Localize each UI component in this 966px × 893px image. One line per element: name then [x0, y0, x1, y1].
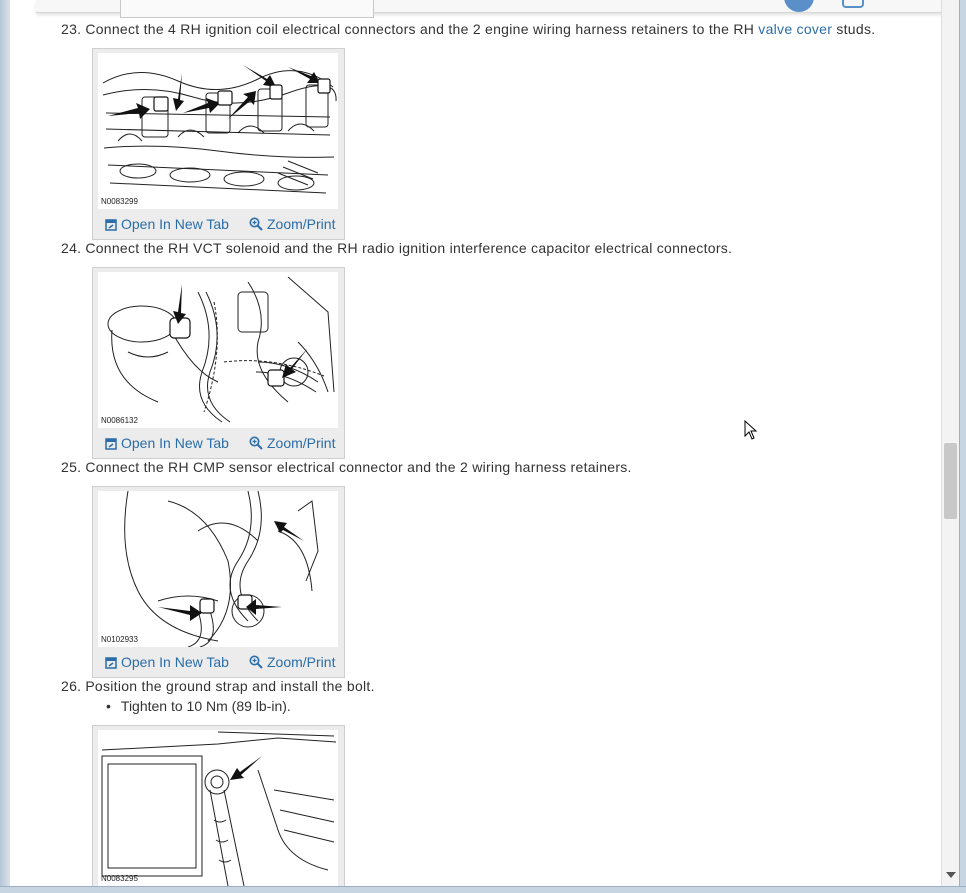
zoom-icon [249, 655, 263, 669]
step-26: 26. Position the ground strap and install… [61, 678, 375, 694]
step-text: Connect the 4 RH ignition coil electrica… [85, 21, 759, 37]
ignition-coil-illustration[interactable] [98, 53, 338, 209]
window-right-frame [959, 0, 966, 892]
figure-code: N0102933 [101, 635, 138, 644]
figure-step-25: N0102933 Open In New Tab Zoom/Print [92, 486, 345, 678]
vertical-scrollbar[interactable] [941, 0, 960, 886]
zoom-print-button[interactable]: Zoom/Print [249, 216, 335, 232]
toolbar-round-button[interactable] [784, 0, 814, 12]
zoom-print-label: Zoom/Print [267, 654, 336, 670]
open-in-new-tab-label: Open In New Tab [121, 654, 229, 670]
zoom-print-button[interactable]: Zoom/Print [249, 654, 335, 670]
open-in-new-tab-button[interactable]: Open In New Tab [105, 435, 229, 451]
zoom-print-label: Zoom/Print [267, 216, 336, 232]
figure-step-26: N0083295 [92, 725, 345, 886]
open-in-new-tab-button[interactable]: Open In New Tab [105, 654, 229, 670]
step-text-end: studs. [832, 21, 876, 37]
figure-step-24: N0086132 Open In New Tab Zoom/Print [92, 267, 345, 459]
step-text: Connect the RH VCT solenoid and the RH r… [85, 240, 733, 256]
toolbar-icon[interactable] [842, 0, 864, 8]
zoom-icon [249, 217, 263, 231]
ground-strap-illustration[interactable] [98, 730, 338, 886]
mouse-cursor-icon [744, 420, 758, 440]
figure-actions: Open In New Tab Zoom/Print [93, 647, 344, 677]
torque-spec-bullet: Tighten to 10 Nm (89 lb-in). [106, 698, 291, 714]
step-23: 23. Connect the 4 RH ignition coil electr… [61, 21, 875, 37]
cmp-sensor-illustration[interactable] [98, 491, 338, 647]
zoom-print-label: Zoom/Print [267, 435, 336, 451]
open-in-new-tab-icon [105, 657, 117, 669]
floating-toolbar [36, 0, 941, 18]
figure-code: N0083295 [101, 874, 138, 883]
zoom-icon [249, 436, 263, 450]
step-number: 24. [61, 240, 82, 256]
open-in-new-tab-icon [105, 438, 117, 450]
figure-actions: Open In New Tab Zoom/Print [93, 428, 344, 458]
step-25: 25. Connect the RH CMP sensor electrical … [61, 459, 632, 475]
figure-code: N0086132 [101, 416, 138, 425]
open-in-new-tab-button[interactable]: Open In New Tab [105, 216, 229, 232]
open-in-new-tab-label: Open In New Tab [121, 435, 229, 451]
open-in-new-tab-label: Open In New Tab [121, 216, 229, 232]
step-text: Position the ground strap and install th… [85, 678, 375, 694]
valve-cover-link[interactable]: valve cover [758, 21, 832, 37]
step-number: 25. [61, 459, 82, 475]
open-in-new-tab-icon [105, 219, 117, 231]
figure-actions: Open In New Tab Zoom/Print [93, 209, 344, 239]
figure-code: N0083299 [101, 197, 138, 206]
step-text: Connect the RH CMP sensor electrical con… [85, 459, 632, 475]
step-number: 26. [61, 678, 82, 694]
scroll-down-arrow-icon[interactable] [946, 872, 956, 878]
previous-figure-actions-edge [120, 0, 374, 18]
scrollbar-thumb[interactable] [944, 443, 957, 519]
content-pane: 23. Connect the 4 RH ignition coil electr… [10, 0, 941, 886]
zoom-print-button[interactable]: Zoom/Print [249, 435, 335, 451]
step-24: 24. Connect the RH VCT solenoid and the R… [61, 240, 732, 256]
figure-step-23: N0083299 Open In New Tab Zoom/Print [92, 48, 345, 240]
vct-solenoid-illustration[interactable] [98, 272, 338, 428]
step-number: 23. [61, 21, 82, 37]
